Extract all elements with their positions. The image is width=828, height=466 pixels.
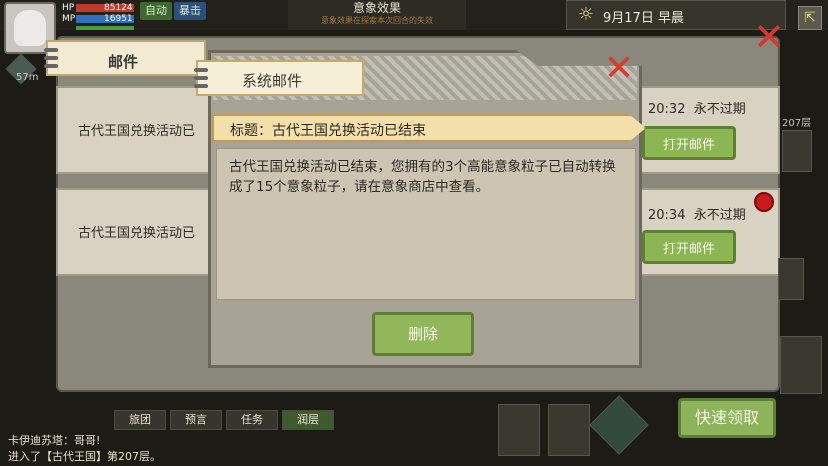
mp-value: 16951	[104, 14, 133, 24]
distance-text: 57m	[16, 72, 39, 83]
quick-claim-button[interactable]: 快速领取	[678, 398, 776, 438]
crit-button[interactable]: 暴击	[174, 2, 206, 20]
auto-button[interactable]: 自动	[140, 2, 172, 20]
chat-tab-guild[interactable]: 旅团	[114, 410, 166, 430]
close-icon[interactable]: ✕	[602, 51, 636, 87]
chat-line: 卡伊迪苏塔：哥哥!	[8, 434, 101, 447]
mail-time: 20:32	[648, 102, 686, 117]
mail-subject: 古代王国兑换活动已	[78, 226, 196, 241]
backpack-icon[interactable]	[498, 404, 540, 456]
system-mail-tab: 系统邮件	[194, 60, 364, 96]
side-device-icon[interactable]	[782, 130, 812, 172]
side-floor-text: 207层	[782, 118, 812, 129]
mail-title: 标题：古代王国兑换活动已结束	[230, 123, 426, 139]
chat-tab-prophecy[interactable]: 预言	[170, 410, 222, 430]
mail-title-bar: 标题：古代王国兑换活动已结束	[212, 114, 646, 142]
mp-label: MP	[62, 14, 76, 24]
unread-dot	[754, 192, 774, 212]
open-mail-button[interactable]: 打开邮件	[642, 126, 736, 160]
mail-tab-label: 邮件	[108, 53, 139, 71]
mail-body-text: 古代王国兑换活动已结束，您拥有的3个高能意象粒子已自动转换成了15个意象粒子，请…	[229, 159, 616, 195]
mail-time: 20:34	[648, 208, 686, 223]
mail-body: 古代王国兑换活动已结束，您拥有的3个高能意象粒子已自动转换成了15个意象粒子，请…	[216, 148, 636, 300]
effect-panel[interactable]: 意象效果 意象效果在探索本次回合的失效	[288, 0, 466, 30]
exit-icon[interactable]: ⇱	[798, 6, 822, 30]
mail-tab: 邮件	[44, 40, 206, 76]
mail-subject: 古代王国兑换活动已	[78, 124, 196, 139]
stats-icon[interactable]	[548, 404, 590, 456]
hp-label: HP	[62, 3, 75, 13]
share-icon[interactable]	[780, 336, 822, 394]
sun-icon: ☼	[577, 4, 595, 25]
chat-line: 进入了【古代王国】第207层。	[8, 450, 161, 463]
chat-tab-layer[interactable]: 润层	[282, 410, 334, 430]
open-mail-button[interactable]: 打开邮件	[642, 230, 736, 264]
mail-expiry: 永不过期	[693, 102, 746, 117]
close-icon[interactable]: ✕	[752, 18, 786, 56]
chat-tab-task[interactable]: 任务	[226, 410, 278, 430]
hp-value: 85124	[104, 3, 133, 13]
settings-icon[interactable]	[589, 395, 649, 455]
mail-expiry: 永不过期	[693, 208, 746, 223]
exp-bar	[76, 26, 134, 30]
effect-title: 意象效果	[352, 1, 401, 15]
effect-subtitle: 意象效果在探索本次回合的失效	[321, 16, 433, 25]
side-gem-icon[interactable]	[778, 258, 804, 300]
delete-button[interactable]: 删除	[372, 312, 474, 356]
date-text: 9月17日 早晨	[603, 11, 684, 26]
system-mail-tab-label: 系统邮件	[242, 72, 303, 90]
